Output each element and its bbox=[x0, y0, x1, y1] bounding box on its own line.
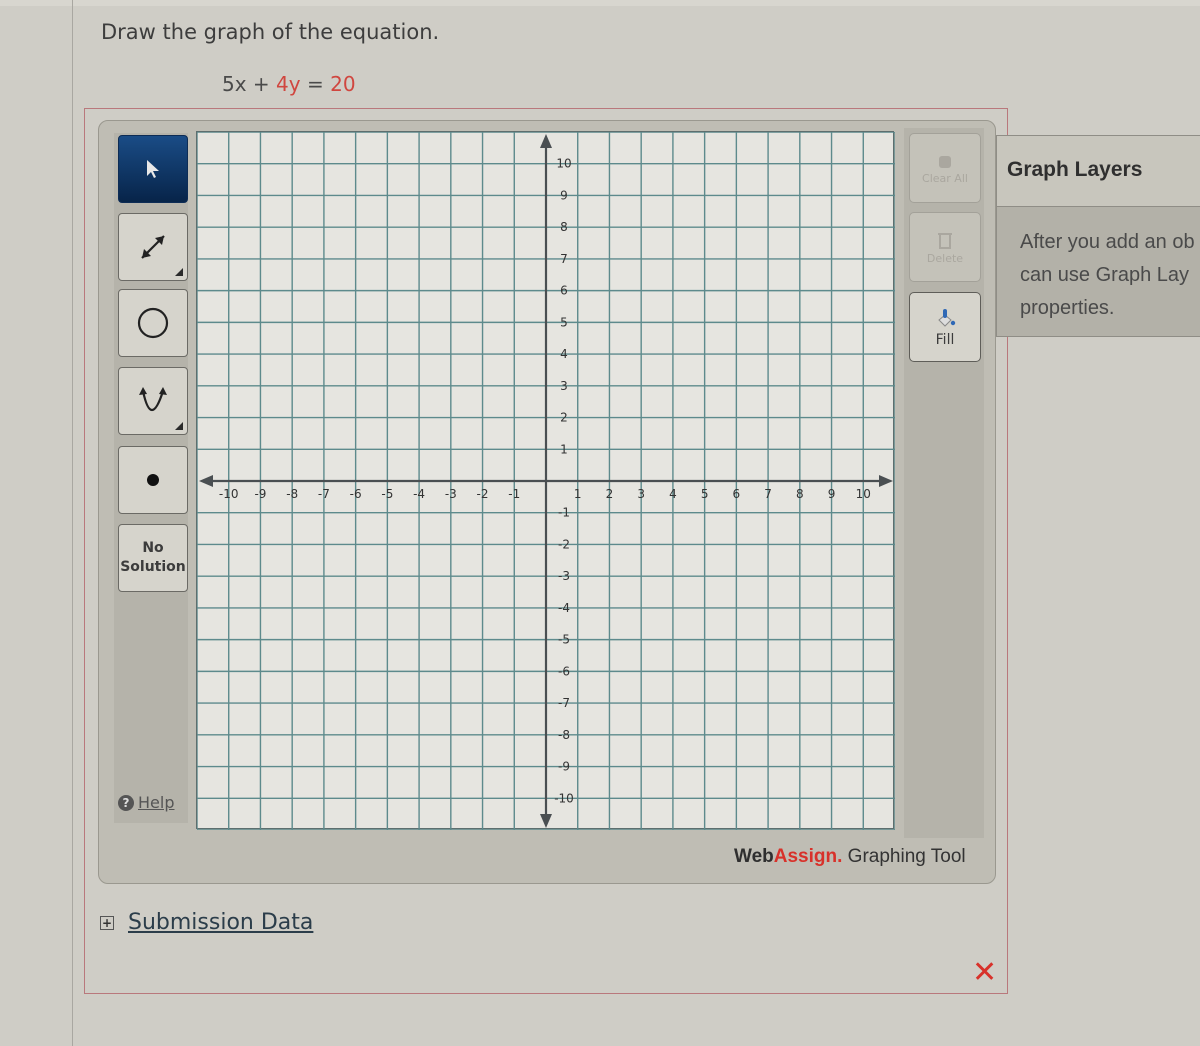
y-tick-label: 8 bbox=[560, 220, 568, 234]
y-tick-label: 7 bbox=[560, 252, 568, 266]
y-axis-arrow-down bbox=[540, 814, 552, 828]
y-tick-label: 10 bbox=[556, 157, 571, 171]
submission-data-toggle[interactable]: + Submission Data bbox=[100, 910, 313, 935]
x-tick-label: 3 bbox=[637, 487, 645, 501]
no-solution-button[interactable]: No Solution bbox=[118, 524, 188, 592]
x-tick-label: -1 bbox=[508, 487, 520, 501]
y-tick-label: -2 bbox=[558, 537, 570, 551]
x-tick-label: -5 bbox=[381, 487, 393, 501]
equation-part-c: 20 bbox=[330, 72, 356, 96]
brand-web: Web bbox=[734, 846, 774, 867]
page-divider bbox=[72, 0, 73, 1046]
x-axis-arrow-left bbox=[199, 475, 213, 487]
clear-all-label: Clear All bbox=[922, 171, 968, 185]
x-tick-label: 1 bbox=[574, 487, 582, 501]
graph-layers-line: can use Graph Lay bbox=[1020, 264, 1189, 286]
x-tick-label: 2 bbox=[606, 487, 614, 501]
clear-all-button: Clear All bbox=[909, 133, 981, 203]
expand-icon[interactable]: + bbox=[100, 915, 114, 930]
y-tick-label: -1 bbox=[558, 506, 570, 520]
graph-canvas[interactable]: -10 -9 -8 -7 -6 -5 -4 -3 -2 -1 1 2 3 4 5 6 7 8 9 10 10 9 8 7 6 5 4… bbox=[196, 131, 895, 830]
x-tick-label: -8 bbox=[286, 487, 298, 501]
y-tick-label: 9 bbox=[560, 188, 568, 202]
x-tick-label: 5 bbox=[701, 487, 709, 501]
graph-layers-text: After you add an ob can use Graph Lay pr… bbox=[1020, 226, 1200, 325]
brand-tool: Graphing Tool bbox=[842, 846, 966, 867]
x-tick-label: 9 bbox=[828, 487, 836, 501]
help-link[interactable]: ? Help bbox=[118, 793, 174, 812]
y-tick-label: 3 bbox=[560, 379, 568, 393]
delete-label: Delete bbox=[926, 251, 964, 265]
y-tick-label: -6 bbox=[558, 664, 570, 678]
equation-part-a: 5x + bbox=[222, 72, 277, 96]
y-tick-label: -9 bbox=[558, 760, 570, 774]
graph-layers-line: After you add an ob bbox=[1020, 231, 1195, 253]
trash-icon bbox=[938, 232, 952, 249]
y-tick-label: 2 bbox=[560, 411, 568, 425]
x-tick-label: -6 bbox=[350, 487, 362, 501]
equation-part-b: 4y bbox=[276, 72, 301, 96]
submission-data-link[interactable]: Submission Data bbox=[128, 910, 313, 935]
fill-label: Fill bbox=[935, 332, 955, 348]
circle-icon bbox=[137, 307, 169, 339]
y-tick-label: 1 bbox=[560, 442, 568, 456]
pointer-tool-button[interactable] bbox=[118, 135, 188, 203]
coordinate-grid[interactable]: -10 -9 -8 -7 -6 -5 -4 -3 -2 -1 1 2 3 4 5 6 7 8 9 10 10 9 8 7 6 5 4… bbox=[197, 132, 895, 830]
incorrect-x-icon: ✕ bbox=[972, 955, 998, 990]
y-tick-label: 5 bbox=[560, 315, 568, 329]
line-icon bbox=[141, 235, 165, 259]
x-tick-label: -7 bbox=[318, 487, 330, 501]
y-tick-label: -10 bbox=[554, 791, 574, 805]
clear-icon bbox=[939, 155, 951, 168]
y-tick-label: -4 bbox=[558, 601, 570, 615]
y-tick-label: 6 bbox=[560, 284, 568, 298]
x-tick-label: -4 bbox=[413, 487, 425, 501]
fill-bucket-icon bbox=[938, 309, 956, 327]
y-tick-label: -8 bbox=[558, 728, 570, 742]
x-tick-label: -9 bbox=[254, 487, 266, 501]
x-tick-label: 10 bbox=[856, 487, 871, 501]
x-tick-label: -10 bbox=[219, 487, 239, 501]
y-tick-label: -7 bbox=[558, 696, 570, 710]
y-tick-label: 4 bbox=[560, 347, 568, 361]
x-axis-arrow-right bbox=[879, 475, 893, 487]
x-tick-label: 4 bbox=[669, 487, 677, 501]
equation: 5x + 4y = 20 bbox=[222, 72, 356, 96]
page-top-band bbox=[0, 0, 1200, 6]
point-icon bbox=[147, 474, 159, 486]
question-prompt: Draw the graph of the equation. bbox=[101, 20, 440, 44]
delete-button: Delete bbox=[909, 212, 981, 282]
x-tick-label: 7 bbox=[764, 487, 772, 501]
y-tick-label: -5 bbox=[558, 633, 570, 647]
x-tick-label: -3 bbox=[445, 487, 457, 501]
help-label: Help bbox=[138, 793, 175, 812]
no-solution-line1: No bbox=[142, 540, 164, 556]
circle-tool-button[interactable] bbox=[118, 289, 188, 357]
y-axis-arrow-up bbox=[540, 134, 552, 148]
submenu-indicator bbox=[175, 268, 183, 276]
graph-layers-title: Graph Layers bbox=[1007, 158, 1143, 181]
parabola-icon bbox=[139, 387, 167, 412]
parabola-tool-button[interactable] bbox=[118, 367, 188, 435]
pointer-arrow-icon bbox=[147, 160, 159, 178]
no-solution-line2: Solution bbox=[120, 559, 186, 575]
no-solution-label: No Solution bbox=[120, 539, 186, 577]
x-tick-label: -2 bbox=[477, 487, 489, 501]
help-icon: ? bbox=[118, 794, 134, 811]
point-tool-button[interactable] bbox=[118, 446, 188, 514]
equation-part-eq: = bbox=[300, 72, 331, 96]
submenu-indicator bbox=[175, 422, 183, 430]
x-tick-label: 8 bbox=[796, 487, 804, 501]
x-tick-label: 6 bbox=[733, 487, 741, 501]
line-tool-button[interactable] bbox=[118, 213, 188, 281]
y-tick-label: -3 bbox=[558, 569, 570, 583]
graph-layers-line: properties. bbox=[1020, 297, 1115, 319]
fill-button[interactable]: Fill bbox=[909, 292, 981, 362]
webassign-branding: WebAssign. Graphing Tool bbox=[734, 846, 966, 868]
brand-assign: Assign. bbox=[773, 846, 843, 867]
